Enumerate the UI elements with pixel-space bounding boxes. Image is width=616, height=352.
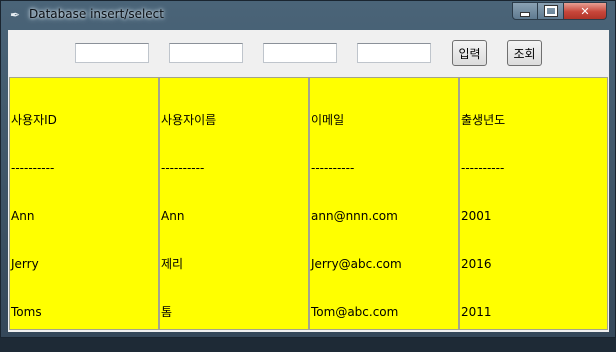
list-item: ann@nnn.com (311, 209, 398, 223)
list-item: Ann (161, 209, 185, 223)
column-separator: ---------- (161, 161, 205, 175)
select-button[interactable]: 조회 (507, 40, 542, 66)
column-header: 출생년도 (461, 113, 506, 127)
column-header: 사용자이름 (161, 113, 217, 127)
minimize-button[interactable] (512, 2, 538, 20)
feather-icon: ✒ (10, 8, 21, 22)
email-input[interactable] (263, 43, 337, 63)
list-item: 2016 (461, 257, 492, 271)
close-button[interactable]: ✕ (564, 2, 607, 20)
app-window: ✒ Database insert/select ✕ 입력 조회 사용자ID -… (0, 0, 616, 338)
result-columns: 사용자ID ---------- Ann Jerry Toms 사용자이름 --… (9, 77, 608, 330)
list-item: Jerry@abc.com (311, 257, 402, 271)
list-item: 2011 (461, 305, 492, 319)
maximize-button[interactable] (538, 2, 564, 20)
column-separator: ---------- (11, 161, 55, 175)
list-item: 톰 (161, 305, 173, 319)
user-name-column: 사용자이름 ---------- Ann 제리 톰 (159, 77, 309, 330)
insert-button[interactable]: 입력 (452, 40, 487, 66)
window-controls: ✕ (512, 2, 607, 21)
user-id-column: 사용자ID ---------- Ann Jerry Toms (9, 77, 159, 330)
user-name-input[interactable] (169, 43, 243, 63)
column-separator: ---------- (461, 161, 505, 175)
column-header: 이메일 (311, 113, 345, 127)
user-id-input[interactable] (75, 43, 149, 63)
list-item: Ann (11, 209, 35, 223)
maximize-icon (543, 5, 558, 17)
column-header: 사용자ID (11, 113, 57, 127)
list-item: Tom@abc.com (311, 305, 399, 319)
client-area: 입력 조회 사용자ID ---------- Ann Jerry Toms 사용… (8, 30, 609, 332)
title-bar[interactable]: ✒ Database insert/select ✕ (1, 1, 615, 29)
list-item: Jerry (11, 257, 39, 271)
close-icon: ✕ (580, 4, 590, 18)
window-title: Database insert/select (29, 7, 164, 21)
list-item: Toms (11, 305, 42, 319)
column-separator: ---------- (311, 161, 355, 175)
birth-year-column: 출생년도 ---------- 2001 2016 2011 (459, 77, 608, 330)
input-toolbar: 입력 조회 (8, 30, 609, 76)
birth-year-input[interactable] (357, 43, 431, 63)
minimize-icon (520, 11, 530, 17)
email-column: 이메일 ---------- ann@nnn.com Jerry@abc.com… (309, 77, 459, 330)
list-item: 2001 (461, 209, 492, 223)
list-item: 제리 (161, 257, 184, 271)
